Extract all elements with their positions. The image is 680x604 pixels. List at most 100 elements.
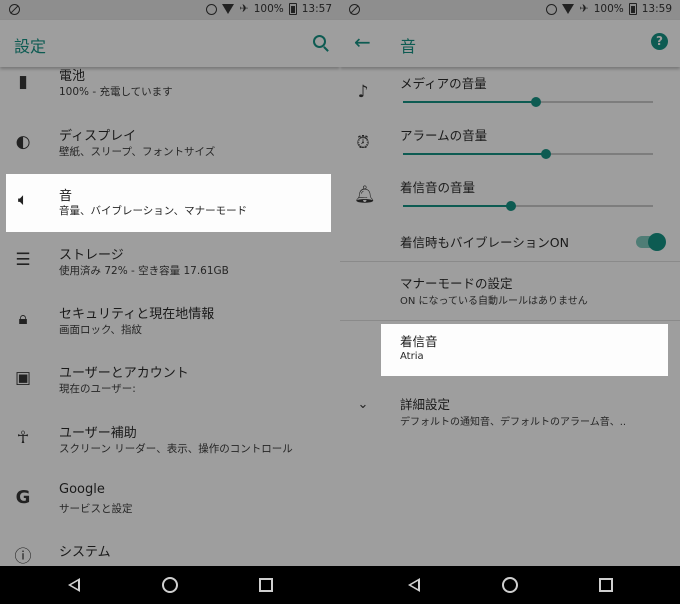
alarm-volume-slider[interactable] — [403, 149, 653, 159]
media-volume-row: ♪ メディアの音量 — [340, 67, 680, 117]
battery-icon: ▮ — [18, 72, 28, 92]
vibrate-toggle[interactable] — [636, 233, 666, 251]
clock: 13:59 — [641, 3, 672, 15]
slider-fill — [403, 101, 536, 103]
sound-screen: ✈ 100% 13:59 ← 音 ? ♪ メディアの音量 ⏰︎ アラームの音量 — [340, 0, 680, 566]
app-bar: ← 音 ? — [340, 20, 680, 67]
alarm-icon — [546, 3, 558, 15]
item-title: 電池 — [59, 69, 86, 84]
page-title: 音 — [400, 37, 417, 56]
settings-item-accessibility[interactable]: ☥ ユーザー補助 スクリーン リーダー、表示、操作のコントロール — [0, 418, 340, 476]
slider-thumb[interactable] — [540, 149, 551, 159]
alarm-clock-icon: ⏰︎ — [356, 133, 370, 153]
info-icon: ⓘ — [14, 547, 32, 566]
lock-icon: 🔒︎ — [18, 309, 28, 329]
ringtone-subtitle: Atria — [400, 351, 424, 362]
alarm-volume-label: アラームの音量 — [400, 128, 488, 143]
media-volume-label: メディアの音量 — [400, 76, 487, 91]
alarm-icon — [206, 3, 218, 15]
item-title: システム — [59, 545, 111, 560]
advanced-title: 詳細設定 — [400, 397, 451, 412]
storage-icon: ☰ — [15, 250, 31, 270]
page-title: 設定 — [14, 37, 47, 56]
nav-recents-icon[interactable] — [259, 578, 273, 592]
item-subtitle: 100% - 充電しています — [59, 86, 173, 98]
item-subtitle: 使用済み 72% - 空き容量 17.61GB — [59, 265, 229, 277]
nav-back-icon[interactable] — [408, 578, 420, 592]
item-subtitle: 音量、バイブレーション、マナーモード — [59, 205, 248, 217]
alarm-volume-row: ⏰︎ アラームの音量 — [340, 119, 680, 169]
settings-item-storage[interactable]: ☰ ストレージ 使用済み 72% - 空き容量 17.61GB — [0, 240, 340, 298]
chevron-down-icon: ⌄ — [357, 397, 369, 412]
nav-back-icon[interactable] — [68, 578, 80, 592]
settings-item-battery[interactable]: ▮ 電池 100% - 充電しています — [0, 65, 340, 123]
wifi-icon — [222, 4, 235, 14]
account-icon: ▣ — [14, 368, 32, 388]
airplane-icon: ✈ — [239, 2, 249, 15]
item-subtitle: スクリーン リーダー、表示、操作のコントロール — [59, 443, 293, 455]
toggle-knob — [648, 233, 666, 251]
settings-item-system[interactable]: ⓘ システム — [0, 537, 340, 566]
airplane-icon: ✈ — [579, 2, 589, 15]
item-subtitle: 画面ロック、指紋 — [59, 324, 143, 336]
settings-screen: ✈ 100% 13:57 設定 ▮ 電池 100% - 充電しています ◐ ディ… — [0, 0, 340, 566]
slider-fill — [403, 205, 511, 207]
divider — [340, 320, 680, 321]
slider-fill — [403, 153, 546, 155]
search-icon[interactable] — [313, 35, 326, 48]
item-title: ユーザーとアカウント — [59, 366, 189, 381]
dnd-subtitle: ON になっている自動ルールはありません — [400, 296, 588, 307]
back-arrow-icon[interactable]: ← — [354, 31, 371, 53]
item-subtitle: サービスと設定 — [59, 503, 133, 515]
navigation-bar — [0, 566, 340, 604]
item-title: ユーザー補助 — [59, 426, 137, 441]
settings-item-accounts[interactable]: ▣ ユーザーとアカウント 現在のユーザー: — [0, 358, 340, 416]
ring-volume-row: 🔔︎ 着信音の音量 — [340, 171, 680, 221]
navigation-bar — [340, 566, 680, 604]
ring-volume-slider[interactable] — [403, 201, 653, 211]
ring-volume-label: 着信音の音量 — [400, 180, 476, 195]
battery-percent: 100% — [593, 3, 624, 15]
slider-thumb[interactable] — [505, 201, 516, 211]
item-title: ディスプレイ — [59, 129, 137, 144]
app-bar: 設定 — [0, 20, 340, 67]
advanced-item[interactable]: ⌄ 詳細設定 デフォルトの通知音、デフォルトのアラーム音、.. — [340, 385, 680, 441]
media-volume-slider[interactable] — [403, 97, 653, 107]
battery-status-icon — [288, 3, 297, 15]
do-not-disturb-icon — [349, 4, 360, 15]
settings-item-display[interactable]: ◐ ディスプレイ 壁紙、スリープ、フォントサイズ — [0, 123, 340, 181]
item-title: Google — [59, 482, 105, 497]
divider — [340, 261, 680, 262]
nav-recents-icon[interactable] — [599, 578, 613, 592]
item-title: 音 — [59, 189, 73, 204]
slider-thumb[interactable] — [530, 97, 541, 107]
status-bar: ✈ 100% 13:59 — [340, 0, 680, 20]
nav-home-icon[interactable] — [502, 577, 518, 593]
volume-icon: 🔈︎ — [17, 190, 29, 210]
vibrate-row[interactable]: 着信時もバイブレーションON — [340, 224, 680, 262]
item-subtitle: 現在のユーザー: — [59, 383, 136, 395]
brightness-icon: ◐ — [15, 132, 31, 152]
ringtone-item[interactable]: 着信音 Atria — [340, 324, 680, 376]
settings-item-security[interactable]: 🔒︎ セキュリティと現在地情報 画面ロック、指紋 — [0, 299, 340, 357]
nav-home-icon[interactable] — [162, 577, 178, 593]
help-icon[interactable]: ? — [651, 33, 668, 50]
do-not-disturb-icon — [9, 4, 20, 15]
settings-item-google[interactable]: G Google サービスと設定 — [0, 478, 340, 536]
item-title: ストレージ — [59, 248, 124, 263]
battery-percent: 100% — [253, 3, 284, 15]
google-icon: G — [15, 487, 31, 508]
ringtone-title: 着信音 — [400, 334, 438, 349]
clock: 13:57 — [301, 3, 332, 15]
battery-status-icon — [628, 3, 637, 15]
item-subtitle: 壁紙、スリープ、フォントサイズ — [59, 146, 216, 158]
vibrate-label: 着信時もバイブレーションON — [400, 235, 569, 250]
accessibility-icon: ☥ — [16, 428, 30, 448]
dnd-settings-item[interactable]: マナーモードの設定 ON になっている自動ルールはありません — [340, 263, 680, 319]
dnd-title: マナーモードの設定 — [400, 276, 513, 291]
settings-item-sound[interactable]: 🔈︎ 音 音量、バイブレーション、マナーモード — [0, 181, 340, 239]
wifi-icon — [562, 4, 575, 14]
status-bar: ✈ 100% 13:57 — [0, 0, 340, 20]
bell-icon: 🔔︎ — [354, 185, 376, 205]
music-note-icon: ♪ — [357, 82, 369, 102]
